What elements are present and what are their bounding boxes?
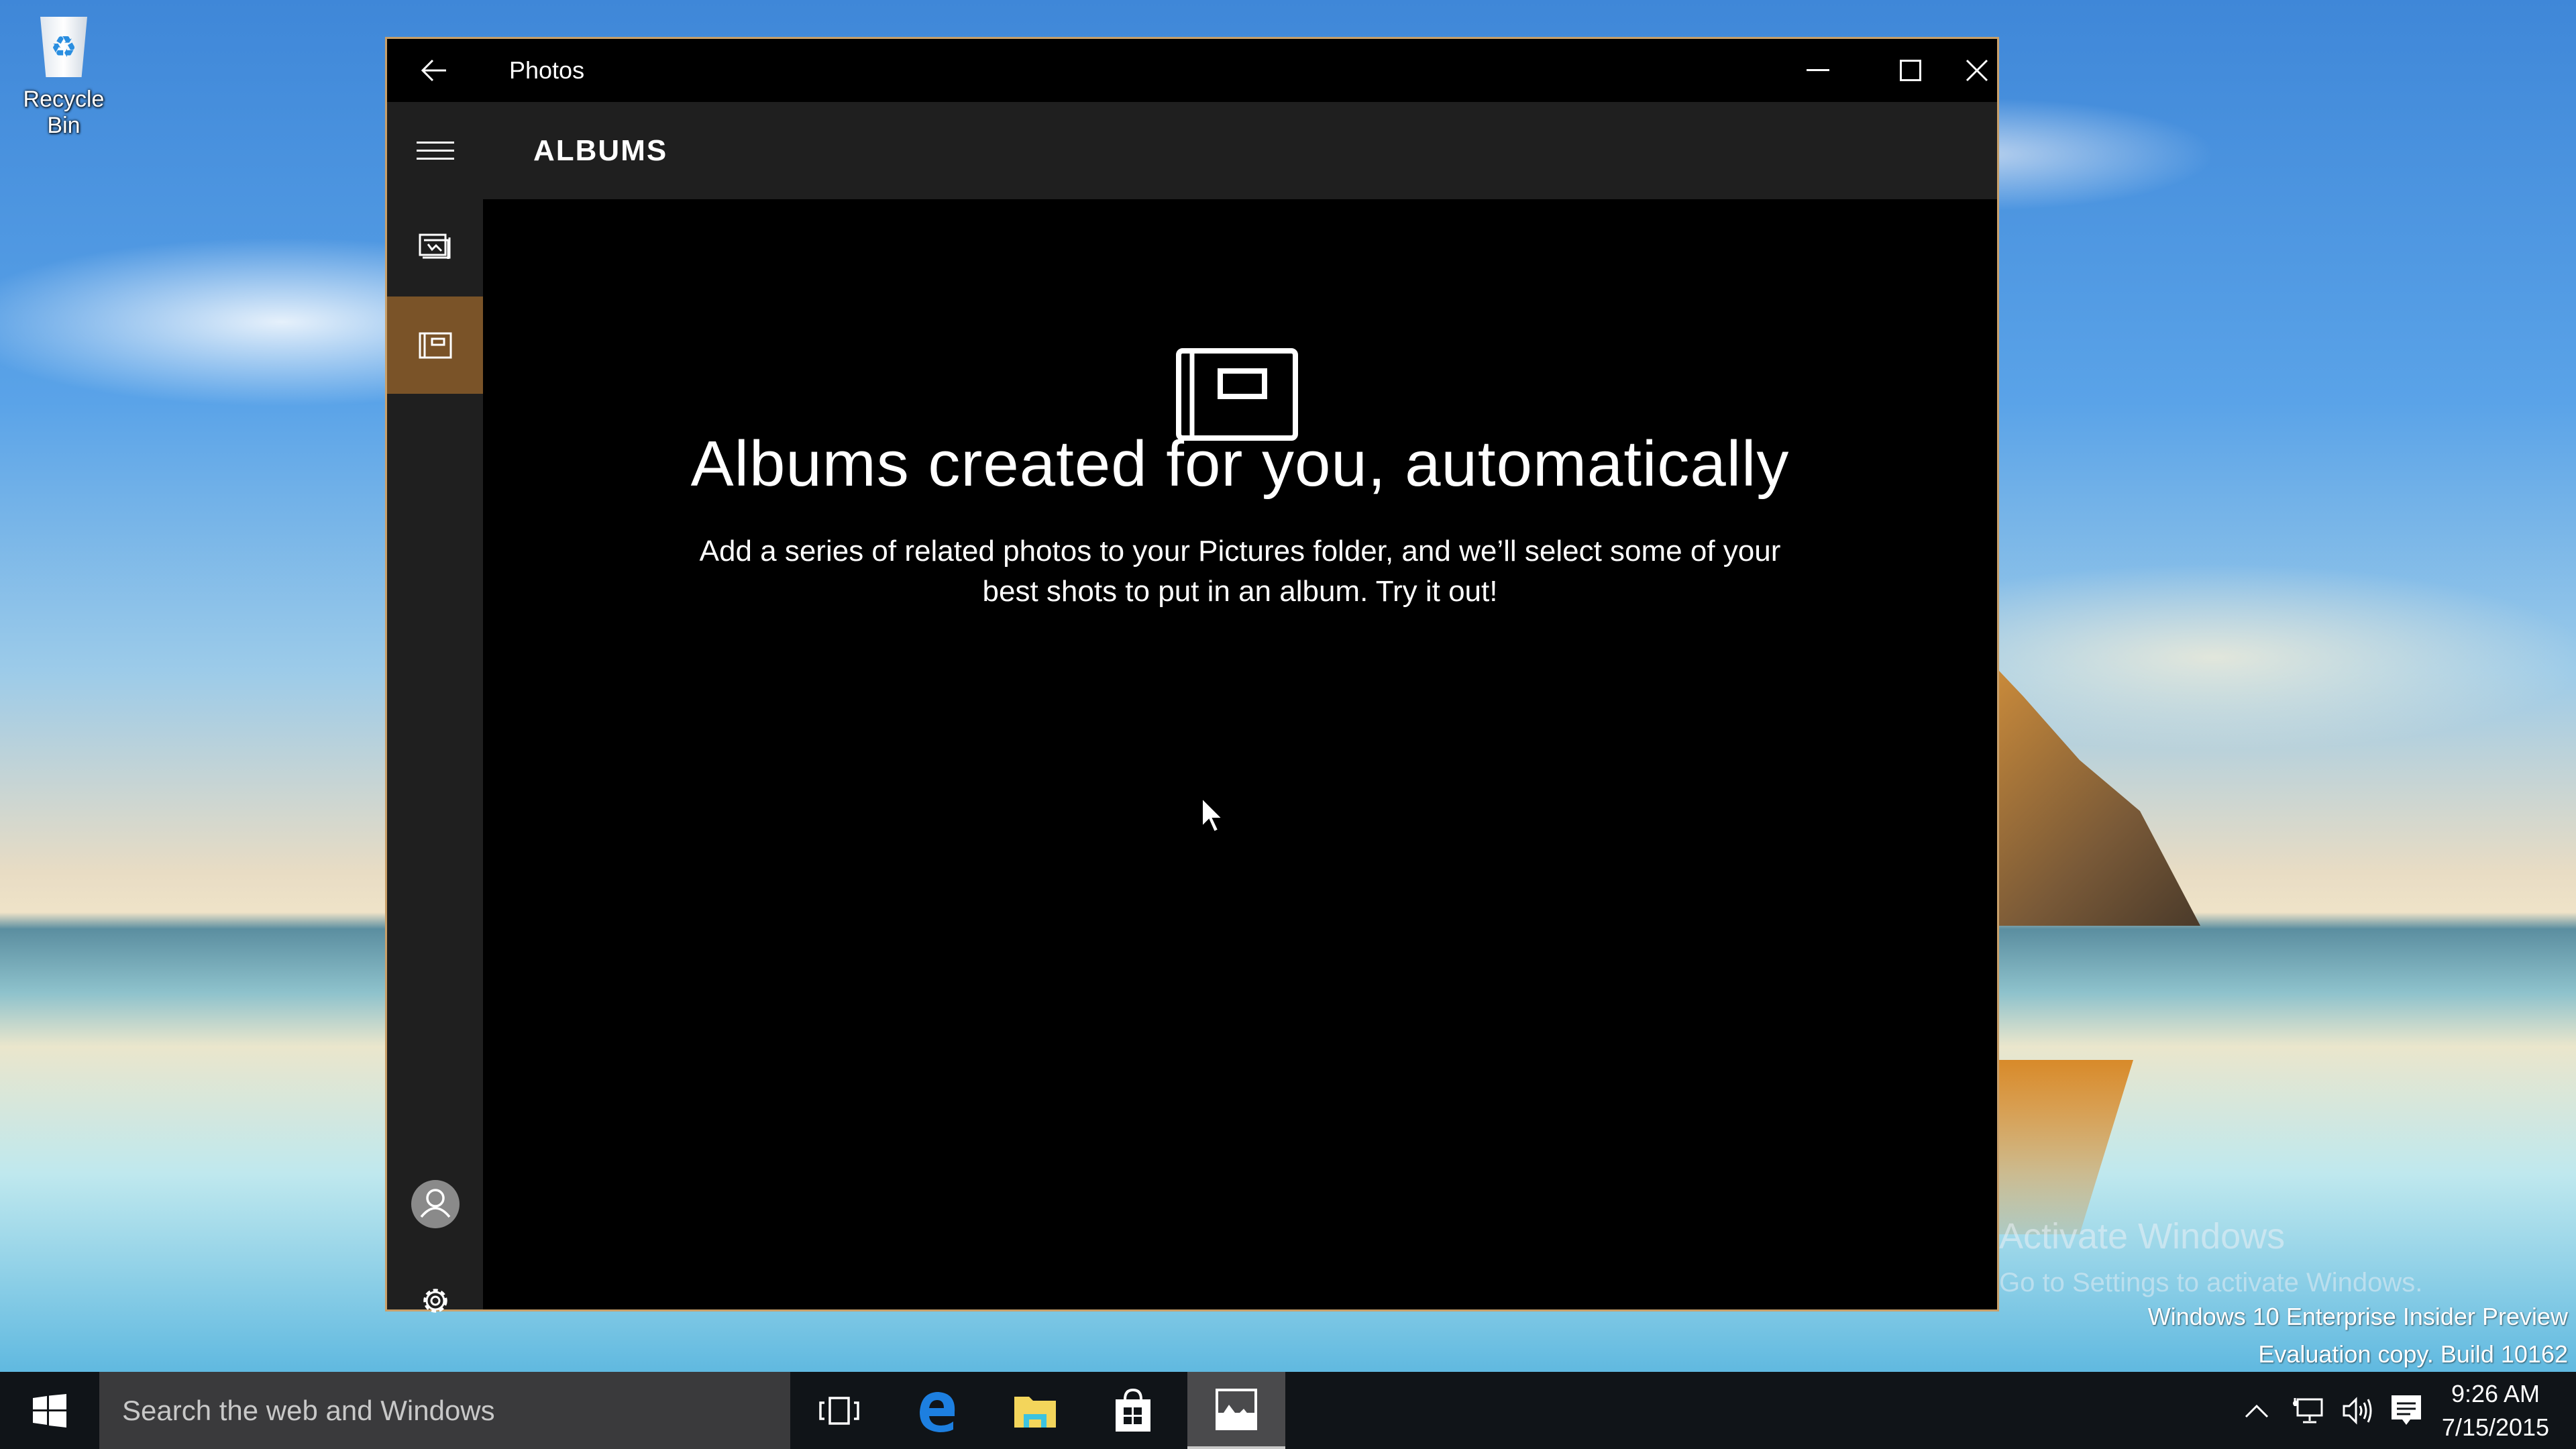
volume-icon (2343, 1396, 2372, 1425)
back-button[interactable] (387, 39, 481, 102)
empty-state-title: Albums created for you, automatically (690, 428, 1790, 500)
taskbar: Search the web and Windows 9:26 AM 7/15/… (0, 1372, 2576, 1449)
minimize-icon (1807, 69, 1829, 71)
task-view-button[interactable] (790, 1372, 888, 1449)
photos-taskbar-button[interactable] (1187, 1372, 1285, 1449)
search-input[interactable]: Search the web and Windows (99, 1372, 790, 1449)
user-icon (411, 1179, 460, 1228)
hamburger-icon (416, 141, 454, 160)
albums-content: Albums created for you, automatically Ad… (483, 199, 1997, 1309)
network-icon (2293, 1397, 2323, 1423)
mouse-cursor-icon (1201, 797, 1224, 833)
activate-windows-title: Activate Windows (1999, 1216, 2286, 1256)
desktop-icon-label: Recycle Bin (23, 87, 105, 138)
photos-icon (1216, 1388, 1257, 1430)
photos-window: Photos ALBUMS Albums created for you, au… (387, 39, 1997, 1313)
windows-edition-text: Windows 10 Enterprise Insider Preview (2147, 1303, 2568, 1330)
clock-date: 7/15/2015 (2441, 1413, 2550, 1441)
start-button[interactable] (0, 1372, 99, 1449)
maximize-icon (1900, 60, 1921, 81)
close-button[interactable] (1957, 39, 1997, 102)
network-button[interactable] (2282, 1372, 2333, 1449)
window-title: Photos (509, 56, 585, 84)
search-placeholder: Search the web and Windows (122, 1395, 495, 1426)
back-arrow-icon (421, 59, 446, 82)
chevron-up-icon (2245, 1404, 2269, 1417)
folder-icon (1014, 1396, 1056, 1428)
wallpaper-cliff-reflection (1999, 1060, 2133, 1234)
windows-logo-icon (33, 1393, 66, 1428)
close-icon (1966, 59, 1988, 82)
edge-button[interactable] (888, 1372, 986, 1449)
album-icon (419, 332, 451, 358)
settings-button[interactable] (387, 1252, 483, 1349)
photos-collection-icon (419, 233, 450, 259)
gear-icon (423, 1288, 447, 1313)
task-view-icon (819, 1396, 859, 1425)
account-button[interactable] (387, 1155, 483, 1252)
title-bar[interactable]: Photos (387, 39, 1997, 102)
action-center-button[interactable] (2384, 1372, 2428, 1449)
volume-button[interactable] (2333, 1372, 2384, 1449)
file-explorer-button[interactable] (986, 1372, 1084, 1449)
navigation-pane (387, 102, 483, 1313)
action-center-icon (2392, 1395, 2421, 1425)
sidebar-item-collection[interactable] (387, 199, 483, 297)
desktop-icon-recycle-bin[interactable]: Recycle Bin (7, 17, 121, 139)
store-icon (1116, 1388, 1150, 1432)
minimize-button[interactable] (1772, 39, 1864, 102)
sidebar-item-albums[interactable] (387, 297, 483, 394)
maximize-button[interactable] (1864, 39, 1957, 102)
clock[interactable]: 9:26 AM 7/15/2015 (2428, 1372, 2563, 1449)
edge-icon (920, 1391, 955, 1432)
recycle-bin-icon (40, 17, 87, 77)
store-button[interactable] (1084, 1372, 1182, 1449)
show-hidden-icons-button[interactable] (2231, 1372, 2282, 1449)
hamburger-menu-button[interactable] (387, 102, 483, 199)
page-title: ALBUMS (533, 134, 668, 167)
clock-time: 9:26 AM (2451, 1380, 2540, 1407)
activate-windows-hint: Go to Settings to activate Windows. (1999, 1268, 2423, 1297)
empty-state-body: Add a series of related photos to your P… (699, 535, 1781, 608)
wallpaper-cliff (1999, 671, 2200, 926)
windows-build-text: Evaluation copy. Build 10162 (2258, 1340, 2568, 1368)
page-header: ALBUMS (483, 102, 1997, 199)
